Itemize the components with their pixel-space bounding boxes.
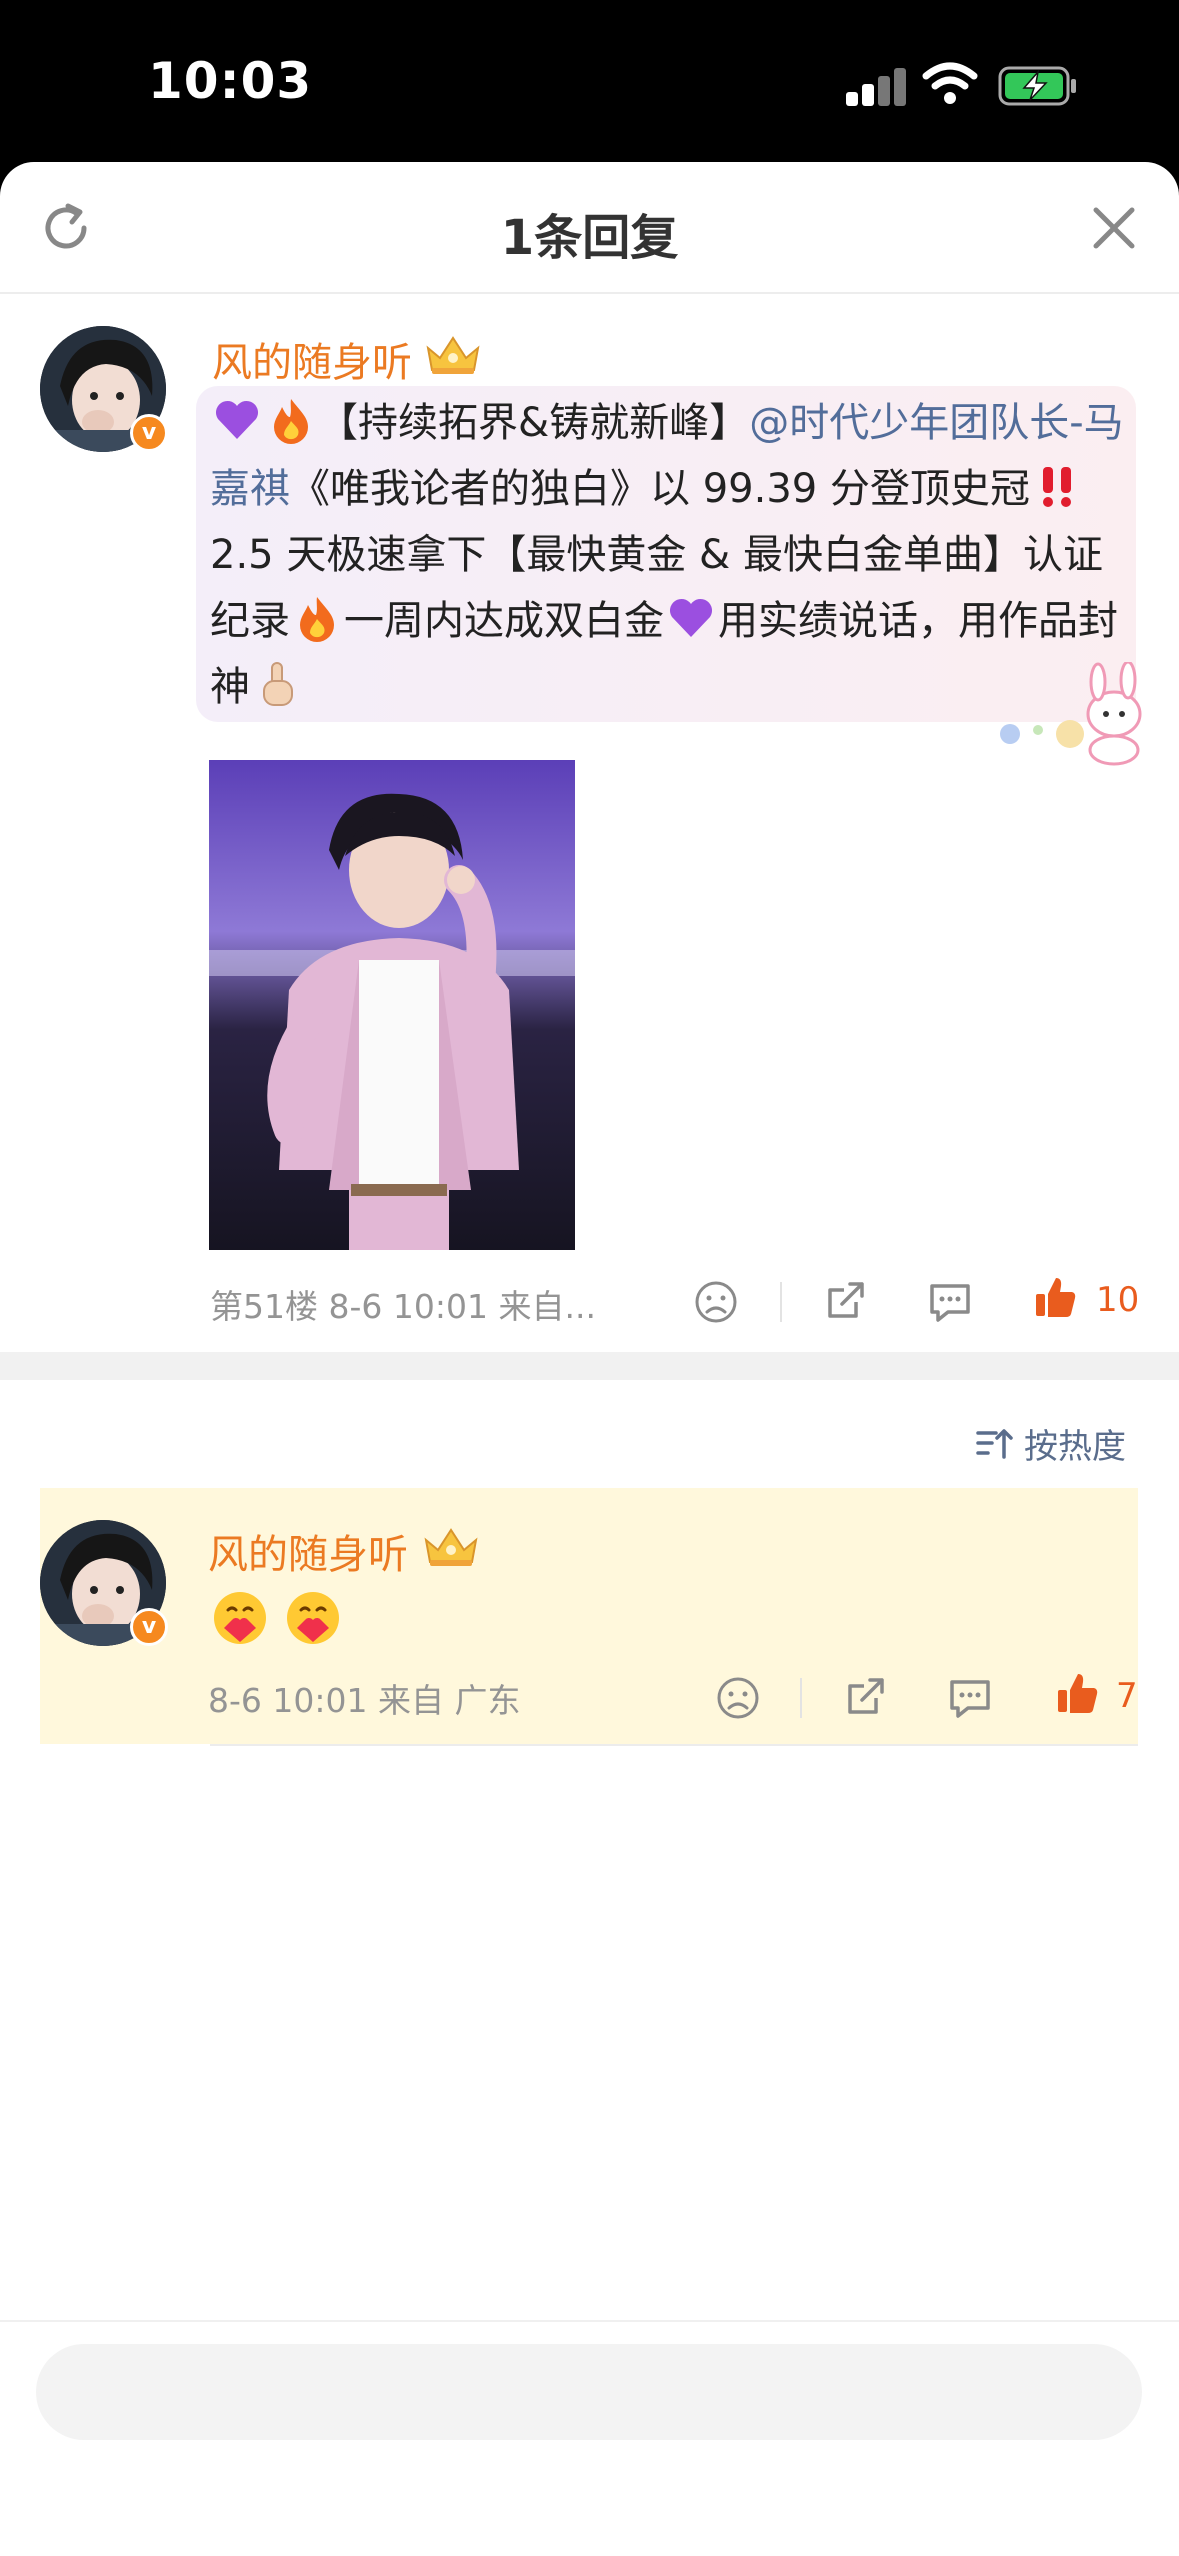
heart-face-icon (214, 1592, 266, 1644)
comment-text-part-1: 【持续拓界&铸就新峰】 (318, 400, 750, 446)
status-time: 10:03 (148, 52, 313, 110)
like-count: 7 (1116, 1676, 1138, 1716)
sheet-title: 1条回复 (500, 210, 679, 266)
reply-text (210, 1588, 343, 1652)
verified-badge-icon: v (130, 414, 168, 452)
action-divider (800, 1678, 802, 1718)
sort-by-hot-button[interactable]: 按热度 (974, 1418, 1126, 1468)
username[interactable]: 风的随身听 (212, 330, 412, 388)
fire-icon (274, 399, 308, 444)
crown-icon (426, 336, 480, 374)
comment-icon[interactable] (946, 1674, 994, 1722)
battery-charging-icon (998, 66, 1076, 106)
crown-icon (424, 1528, 478, 1566)
like-count: 10 (1096, 1280, 1140, 1320)
comment-text-part-4: 一周内达成双白金 (344, 598, 664, 644)
close-icon[interactable] (1088, 202, 1140, 254)
share-icon[interactable] (842, 1672, 890, 1720)
section-divider (0, 1352, 1179, 1380)
reply-separator (210, 1744, 1138, 1746)
reply-verified-badge-icon: v (130, 1608, 168, 1646)
fire-icon (300, 597, 334, 642)
reply-input[interactable] (36, 2344, 1142, 2440)
purple-heart-icon (215, 400, 259, 439)
dislike-face-icon[interactable] (714, 1674, 762, 1722)
like-icon[interactable] (1054, 1670, 1102, 1718)
comment-text-part-2: 《唯我论者的独白》以 99.39 分登顶史冠 (290, 466, 1030, 512)
comment-text: 【持续拓界&铸就新峰】@时代少年团队长-马嘉祺《唯我论者的独白》以 99.39 … (210, 390, 1130, 720)
share-icon[interactable] (822, 1276, 870, 1324)
input-bar-divider (0, 2320, 1179, 2322)
comment-icon[interactable] (926, 1278, 974, 1326)
action-divider (780, 1282, 782, 1322)
purple-heart-icon (669, 598, 713, 637)
double-exclamation-icon (1042, 467, 1071, 507)
reply-sheet: 1条回复 v 风的随身听 【持续拓界&铸就新峰】@时代少年团队长-马嘉祺《唯我论… (0, 162, 1179, 2556)
pointing-up-icon (263, 662, 293, 706)
sort-icon (976, 1429, 1013, 1459)
reply-username[interactable]: 风的随身听 (208, 1522, 408, 1580)
status-bar: 10:03 (0, 0, 1179, 160)
comment-meta: 第51楼 8-6 10:01 来自... (210, 1287, 596, 1326)
dislike-face-icon[interactable] (692, 1278, 740, 1326)
like-icon[interactable] (1032, 1274, 1080, 1322)
sort-label: 按热度 (1024, 1426, 1126, 1467)
comment-image[interactable] (209, 760, 575, 1250)
cellular-signal-icon (846, 66, 906, 106)
reply-meta: 8-6 10:01 来自 广东 (208, 1681, 521, 1720)
wifi-icon (922, 62, 978, 104)
heart-face-icon (287, 1592, 340, 1644)
sheet-header: 1条回复 (0, 162, 1179, 294)
